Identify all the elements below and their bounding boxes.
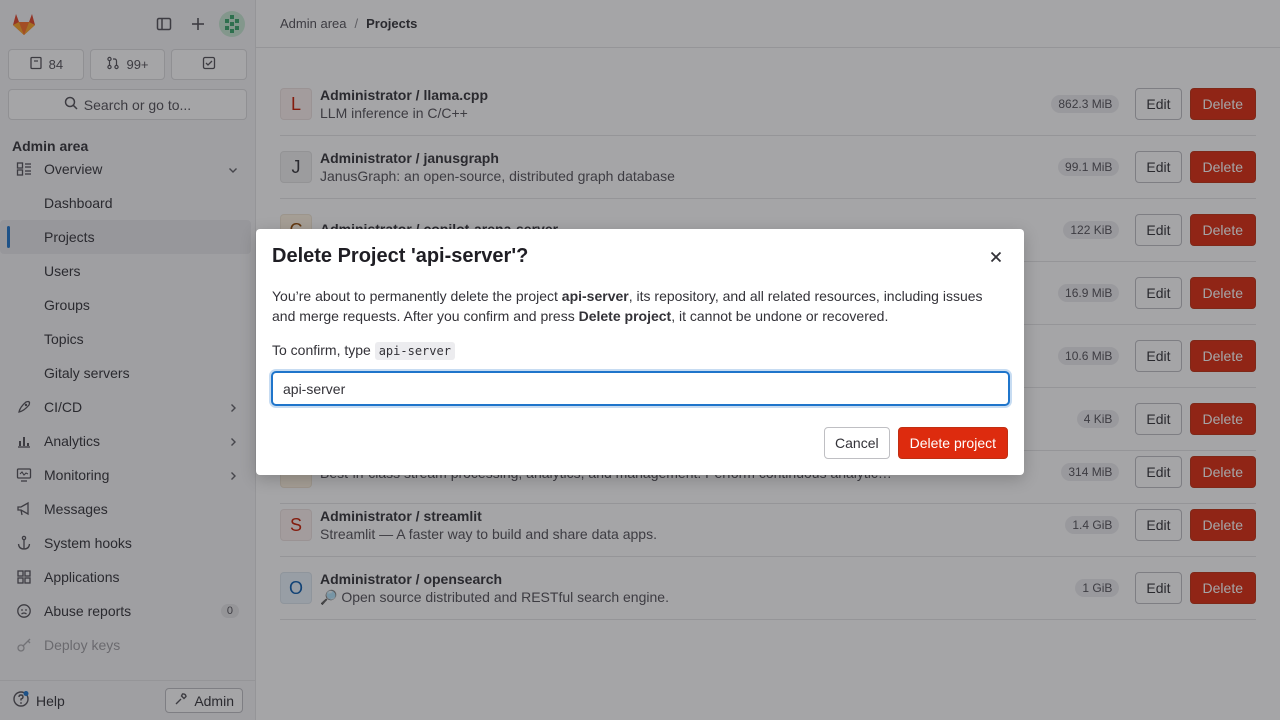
modal-description: You’re about to permanently delete the p…: [272, 286, 1008, 326]
close-icon[interactable]: [986, 247, 1006, 267]
confirm-instructions: To confirm, type api-server: [272, 342, 1008, 360]
body-project-name: api-server: [561, 288, 629, 304]
body-action: Delete project: [578, 308, 672, 324]
body-text: You’re about to permanently delete the p…: [272, 288, 562, 304]
confirm-text: To confirm, type: [272, 342, 375, 358]
confirm-code: api-server: [374, 342, 455, 360]
body-text: , it cannot be undone or recovered.: [671, 308, 889, 324]
delete-project-modal: Delete Project 'api-server'? You’re abou…: [256, 229, 1024, 475]
delete-project-button[interactable]: Delete project: [897, 427, 1008, 459]
confirm-project-name-input[interactable]: [272, 372, 1009, 405]
cancel-button[interactable]: Cancel: [824, 427, 890, 459]
modal-title: Delete Project 'api-server'?: [272, 245, 529, 267]
modal-footer: Cancel Delete project: [824, 427, 1008, 459]
